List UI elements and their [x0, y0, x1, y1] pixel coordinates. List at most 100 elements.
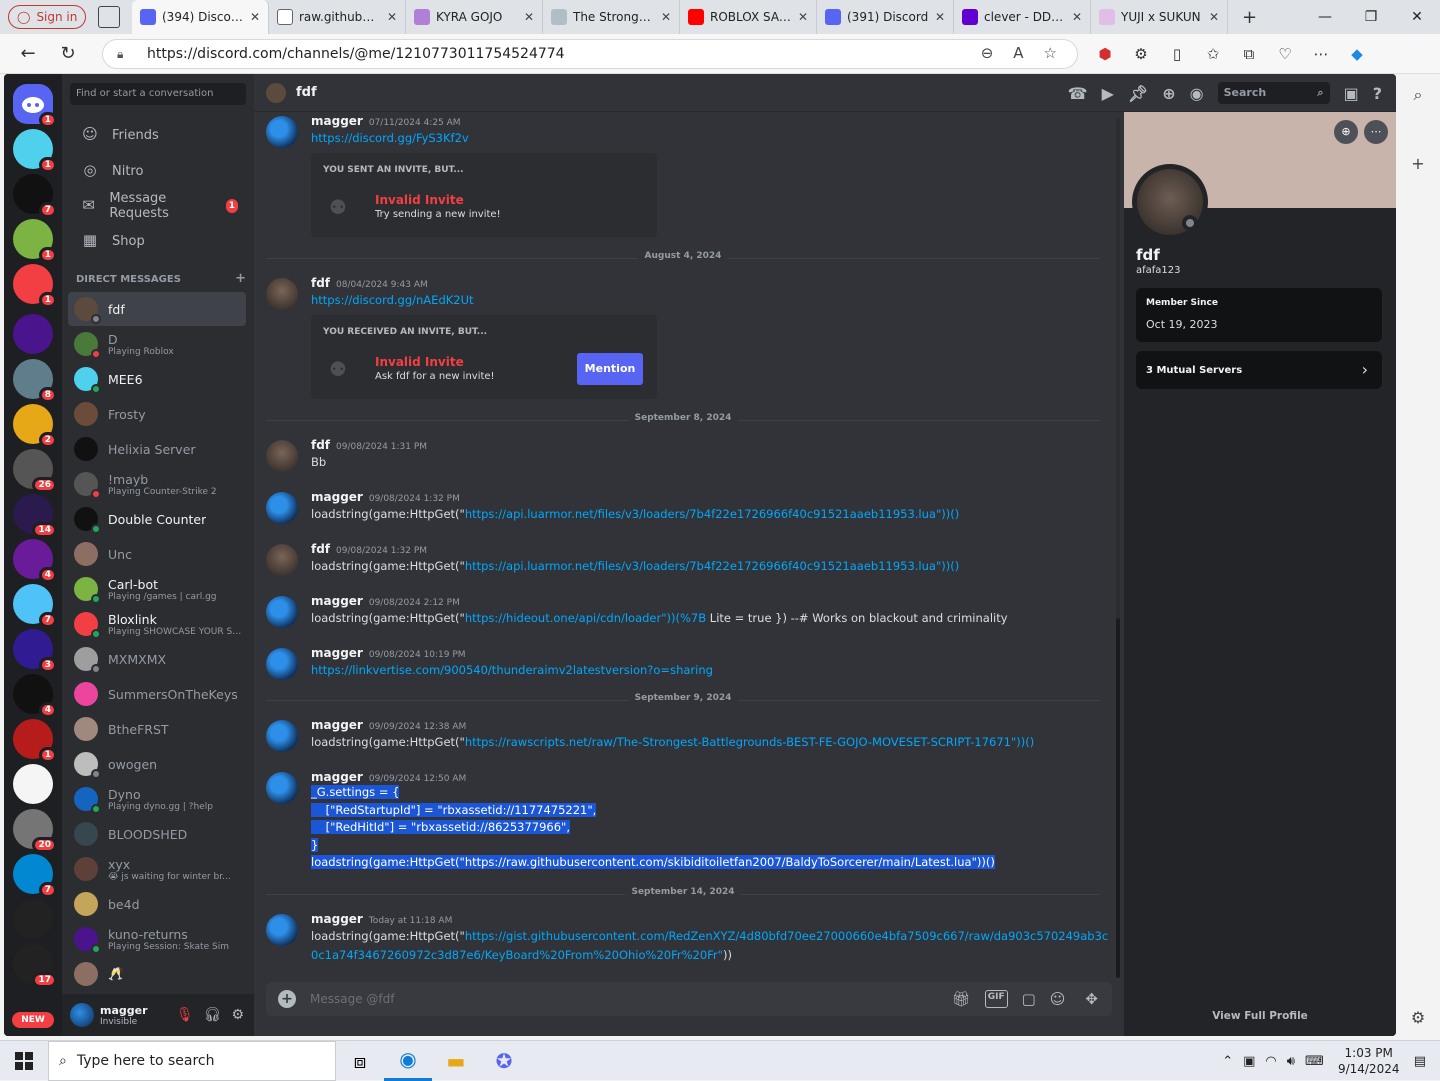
- avatar[interactable]: [266, 914, 298, 946]
- author-name[interactable]: magger: [311, 770, 363, 784]
- browser-tab[interactable]: YUJI x SUKUN ✕: [1091, 0, 1228, 34]
- create-dm-icon[interactable]: +: [235, 271, 246, 286]
- browser-tab[interactable]: ROBLOX SACR ✕: [680, 0, 817, 34]
- close-tab-icon[interactable]: ✕: [1209, 10, 1219, 24]
- dm-item[interactable]: fdf: [68, 292, 246, 326]
- more-menu-icon[interactable]: ⋯: [1310, 43, 1332, 65]
- browser-tab[interactable]: (394) Discord | ✕: [132, 0, 269, 34]
- dm-item[interactable]: Bloxlink Playing SHOWCASE YOUR SE...: [68, 607, 246, 641]
- vx-server-icon[interactable]: 3: [13, 629, 57, 673]
- browser-essentials-icon[interactable]: ♡: [1274, 43, 1296, 65]
- blue-server-icon[interactable]: 7: [13, 854, 57, 898]
- taskbar-search-input[interactable]: ⌕ Type here to search: [48, 1040, 336, 1081]
- zoom-icon[interactable]: ⊖: [981, 44, 994, 62]
- author-name[interactable]: fdf: [311, 438, 330, 452]
- avatar[interactable]: [70, 1003, 94, 1027]
- dm-item[interactable]: Unc: [68, 537, 246, 571]
- message-link[interactable]: https://discord.gg/FyS3Kf2v: [311, 131, 469, 145]
- volume-icon[interactable]: 🔊︎: [1287, 1054, 1295, 1069]
- close-tab-icon[interactable]: ✕: [798, 10, 808, 24]
- v-gold-server-icon[interactable]: [13, 899, 53, 939]
- s-white-server-icon[interactable]: [13, 764, 53, 804]
- tray-app-icon[interactable]: ▣: [1243, 1054, 1255, 1069]
- nav-shop[interactable]: ▦ Shop: [70, 224, 246, 258]
- dm-search-input[interactable]: Find or start a conversation: [70, 83, 246, 105]
- video-call-icon[interactable]: ▶: [1102, 84, 1114, 103]
- mee6-server-icon[interactable]: 1: [13, 129, 57, 173]
- double-counter-server-icon[interactable]: 7: [13, 174, 57, 218]
- dm-item[interactable]: be4d: [68, 887, 246, 921]
- avatar[interactable]: [266, 116, 298, 148]
- dm-item[interactable]: 🥂: [68, 957, 246, 991]
- help-icon[interactable]: ?: [1373, 84, 1382, 103]
- turtle-server-icon[interactable]: 1: [13, 219, 57, 263]
- browser-tab[interactable]: (391) Discord ✕: [817, 0, 954, 34]
- new-tab-icon[interactable]: +: [1242, 7, 1257, 28]
- author-name[interactable]: magger: [311, 490, 363, 504]
- close-tab-icon[interactable]: ✕: [935, 10, 945, 24]
- inbox-icon[interactable]: ▣: [1344, 84, 1359, 103]
- space-server-icon[interactable]: 4: [13, 674, 57, 718]
- tab-actions-icon[interactable]: [98, 6, 120, 28]
- message-composer[interactable]: + Message @fdf 🎁︎ GIF ▢ ☺ ✥: [266, 982, 1112, 1016]
- nav-friends[interactable]: ☺ Friends: [70, 118, 246, 152]
- view-full-profile-link[interactable]: View Full Profile: [1124, 1010, 1396, 1022]
- avatar[interactable]: [266, 772, 298, 804]
- avatar[interactable]: [266, 720, 298, 752]
- dm-item[interactable]: Helixia Server: [68, 432, 246, 466]
- attach-plus-icon[interactable]: +: [278, 990, 296, 1008]
- author-name[interactable]: magger: [311, 912, 363, 926]
- collections-icon[interactable]: ⧉: [1238, 43, 1260, 65]
- message-link[interactable]: https://api.luarmor.net/files/v3/loaders…: [465, 559, 959, 573]
- message-link[interactable]: https://discord.gg/nAEdK2Ut: [311, 293, 474, 307]
- user-profile-icon[interactable]: ◉: [1190, 84, 1204, 103]
- edge-app-icon[interactable]: ◉: [384, 1041, 432, 1081]
- close-tab-icon[interactable]: ✕: [387, 10, 397, 24]
- sidebar-add-icon[interactable]: +: [1396, 146, 1440, 180]
- dm-item[interactable]: Carl-bot Playing /games | carl.gg: [68, 572, 246, 606]
- coffee-server-icon[interactable]: 8: [13, 359, 57, 403]
- dm-item[interactable]: BtheFRST: [68, 712, 246, 746]
- dm-item[interactable]: kuno-returns Playing Session: Skate Sim: [68, 922, 246, 956]
- profile-avatar[interactable]: [1132, 164, 1208, 240]
- maximize-icon[interactable]: ❐: [1348, 0, 1394, 34]
- avatar[interactable]: [266, 278, 298, 310]
- apps-icon[interactable]: ✥: [1085, 990, 1098, 1008]
- avatar[interactable]: [266, 648, 298, 680]
- dm-item[interactable]: Frosty: [68, 397, 246, 431]
- browser-tab[interactable]: KYRA GOJO ✕: [406, 0, 543, 34]
- nav-message-requests[interactable]: ✉ Message Requests 1: [70, 189, 246, 223]
- batman-server-icon[interactable]: 20: [13, 809, 57, 853]
- back-icon[interactable]: ←: [8, 43, 48, 64]
- tray-overflow-icon[interactable]: ⌃: [1222, 1054, 1233, 1069]
- sidebar-settings-icon[interactable]: ⚙: [1396, 1000, 1440, 1034]
- user-settings-icon[interactable]: ⚙: [231, 1007, 244, 1023]
- browser-tab[interactable]: clever - DDC C ✕: [954, 0, 1091, 34]
- purple-server-icon[interactable]: 14: [13, 494, 57, 538]
- nav-nitro[interactable]: ◎ Nitro: [70, 154, 246, 188]
- message-link[interactable]: https://gist.githubusercontent.com/RedZe…: [465, 929, 1108, 943]
- mute-mic-icon[interactable]: 🎙︎: [176, 1007, 194, 1023]
- browser-tab[interactable]: The Strongest ✕: [543, 0, 680, 34]
- headphones-icon[interactable]: 🎧︎: [204, 1007, 222, 1023]
- dm-item[interactable]: Double Counter: [68, 502, 246, 536]
- close-tab-icon[interactable]: ✕: [250, 10, 260, 24]
- close-tab-icon[interactable]: ✕: [1072, 10, 1082, 24]
- dm-item[interactable]: xyx 😭 js waiting for winter br...: [68, 852, 246, 886]
- dm-item[interactable]: Dyno Playing dyno.gg | ?help: [68, 782, 246, 816]
- message-input[interactable]: Message @fdf: [310, 992, 394, 1006]
- anime-server-icon[interactable]: 7: [13, 584, 57, 628]
- browser-tab[interactable]: raw.githubuse ✕: [269, 0, 406, 34]
- s-logo-server-icon[interactable]: 26: [13, 449, 57, 493]
- message-link[interactable]: https://api.luarmor.net/files/v3/loaders…: [465, 507, 959, 521]
- pinned-messages-icon[interactable]: 📌︎: [1128, 84, 1148, 103]
- minimize-icon[interactable]: —: [1302, 0, 1348, 34]
- dm-item[interactable]: !mayb Playing Counter-Strike 2: [68, 467, 246, 501]
- wifi-icon[interactable]: ◠: [1265, 1054, 1276, 1069]
- dm-item[interactable]: BLOODSHED: [68, 817, 246, 851]
- sticker-icon[interactable]: ▢: [1022, 990, 1036, 1008]
- split-screen-icon[interactable]: ▯: [1166, 43, 1188, 65]
- message-link[interactable]: https://rawscripts.net/raw/The-Strongest…: [465, 735, 1034, 749]
- refresh-icon[interactable]: ↻: [48, 43, 88, 64]
- voice-call-icon[interactable]: ☎: [1068, 84, 1088, 103]
